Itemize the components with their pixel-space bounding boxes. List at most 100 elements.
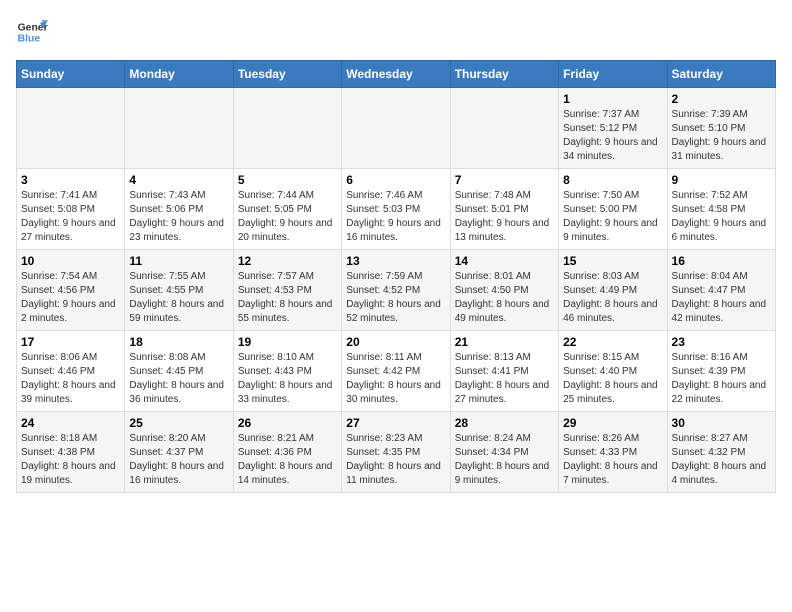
day-number: 19 (238, 335, 337, 349)
day-number: 17 (21, 335, 120, 349)
day-number: 15 (563, 254, 662, 268)
day-number: 3 (21, 173, 120, 187)
day-number: 5 (238, 173, 337, 187)
calendar-header: SundayMondayTuesdayWednesdayThursdayFrid… (17, 61, 776, 88)
calendar-cell: 28Sunrise: 8:24 AM Sunset: 4:34 PM Dayli… (450, 412, 558, 493)
calendar-cell: 21 Sunrise: 8:13 AM Sunset: 4:41 PM Dayli… (450, 331, 558, 412)
day-number: 28 (455, 416, 554, 430)
calendar-cell (450, 88, 558, 169)
day-number: 18 (129, 335, 228, 349)
calendar-week-5: 24 Sunrise: 8:18 AM Sunset: 4:38 PM Dayli… (17, 412, 776, 493)
calendar-cell: 29 Sunrise: 8:26 AM Sunset: 4:33 PM Dayli… (559, 412, 667, 493)
day-detail: Sunrise: 7:55 AM Sunset: 4:55 PM Dayligh… (129, 270, 228, 326)
day-detail: Sunrise: 8:03 AM Sunset: 4:49 PM Dayligh… (563, 270, 662, 326)
calendar-cell: 13 Sunrise: 7:59 AM Sunset: 4:52 PM Dayli… (342, 250, 450, 331)
day-detail: Sunrise: 7:48 AM Sunset: 5:01 PM Dayligh… (455, 189, 554, 245)
calendar-cell: 26Sunrise: 8:21 AM Sunset: 4:36 PM Dayli… (233, 412, 341, 493)
calendar-cell: 8 Sunrise: 7:50 AM Sunset: 5:00 PM Daylig… (559, 169, 667, 250)
weekday-header-sunday: Sunday (17, 61, 125, 88)
calendar-week-4: 17 Sunrise: 8:06 AM Sunset: 4:46 PM Dayli… (17, 331, 776, 412)
day-detail: Sunrise: 7:43 AM Sunset: 5:06 PM Dayligh… (129, 189, 228, 245)
day-number: 9 (672, 173, 771, 187)
weekday-header-tuesday: Tuesday (233, 61, 341, 88)
day-detail: Sunrise: 8:16 AM Sunset: 4:39 PM Dayligh… (672, 351, 771, 407)
day-number: 29 (563, 416, 662, 430)
calendar-week-2: 3 Sunrise: 7:41 AM Sunset: 5:08 PM Daylig… (17, 169, 776, 250)
calendar-cell: 16 Sunrise: 8:04 AM Sunset: 4:47 PM Dayli… (667, 250, 775, 331)
day-detail: Sunrise: 8:20 AM Sunset: 4:37 PM Dayligh… (129, 432, 228, 488)
calendar-cell: 20 Sunrise: 8:11 AM Sunset: 4:42 PM Dayli… (342, 331, 450, 412)
calendar-cell: 24 Sunrise: 8:18 AM Sunset: 4:38 PM Dayli… (17, 412, 125, 493)
day-detail: Sunrise: 8:15 AM Sunset: 4:40 PM Dayligh… (563, 351, 662, 407)
weekday-header-wednesday: Wednesday (342, 61, 450, 88)
calendar-cell (233, 88, 341, 169)
day-detail: Sunrise: 8:08 AM Sunset: 4:45 PM Dayligh… (129, 351, 228, 407)
calendar-cell (342, 88, 450, 169)
calendar-cell: 27 Sunrise: 8:23 AM Sunset: 4:35 PM Dayli… (342, 412, 450, 493)
day-detail: Sunrise: 8:06 AM Sunset: 4:46 PM Dayligh… (21, 351, 120, 407)
day-detail: Sunrise: 7:46 AM Sunset: 5:03 PM Dayligh… (346, 189, 445, 245)
calendar-cell: 1Sunrise: 7:37 AM Sunset: 5:12 PM Daylig… (559, 88, 667, 169)
day-number: 20 (346, 335, 445, 349)
day-number: 26 (238, 416, 337, 430)
day-detail: Sunrise: 8:23 AM Sunset: 4:35 PM Dayligh… (346, 432, 445, 488)
day-detail: Sunrise: 8:13 AM Sunset: 4:41 PM Dayligh… (455, 351, 554, 407)
day-number: 2 (672, 92, 771, 106)
day-detail: Sunrise: 7:54 AM Sunset: 4:56 PM Dayligh… (21, 270, 120, 326)
day-detail: Sunrise: 8:04 AM Sunset: 4:47 PM Dayligh… (672, 270, 771, 326)
day-number: 16 (672, 254, 771, 268)
day-detail: Sunrise: 8:01 AM Sunset: 4:50 PM Dayligh… (455, 270, 554, 326)
calendar-cell: 10Sunrise: 7:54 AM Sunset: 4:56 PM Dayli… (17, 250, 125, 331)
day-detail: Sunrise: 8:10 AM Sunset: 4:43 PM Dayligh… (238, 351, 337, 407)
calendar-cell: 18 Sunrise: 8:08 AM Sunset: 4:45 PM Dayli… (125, 331, 233, 412)
day-detail: Sunrise: 7:50 AM Sunset: 5:00 PM Dayligh… (563, 189, 662, 245)
calendar-cell: 3 Sunrise: 7:41 AM Sunset: 5:08 PM Daylig… (17, 169, 125, 250)
day-detail: Sunrise: 8:18 AM Sunset: 4:38 PM Dayligh… (21, 432, 120, 488)
calendar-cell: 12Sunrise: 7:57 AM Sunset: 4:53 PM Dayli… (233, 250, 341, 331)
day-detail: Sunrise: 8:11 AM Sunset: 4:42 PM Dayligh… (346, 351, 445, 407)
day-number: 12 (238, 254, 337, 268)
calendar-cell: 19 Sunrise: 8:10 AM Sunset: 4:43 PM Dayli… (233, 331, 341, 412)
day-detail: Sunrise: 7:44 AM Sunset: 5:05 PM Dayligh… (238, 189, 337, 245)
day-detail: Sunrise: 8:27 AM Sunset: 4:32 PM Dayligh… (672, 432, 771, 488)
calendar-cell: 25 Sunrise: 8:20 AM Sunset: 4:37 PM Dayli… (125, 412, 233, 493)
calendar-cell: 15 Sunrise: 8:03 AM Sunset: 4:49 PM Dayli… (559, 250, 667, 331)
day-number: 25 (129, 416, 228, 430)
calendar-week-1: 1Sunrise: 7:37 AM Sunset: 5:12 PM Daylig… (17, 88, 776, 169)
calendar-cell: 4 Sunrise: 7:43 AM Sunset: 5:06 PM Daylig… (125, 169, 233, 250)
calendar-body: 1Sunrise: 7:37 AM Sunset: 5:12 PM Daylig… (17, 88, 776, 493)
day-detail: Sunrise: 7:52 AM Sunset: 4:58 PM Dayligh… (672, 189, 771, 245)
calendar-cell (17, 88, 125, 169)
day-number: 27 (346, 416, 445, 430)
day-number: 11 (129, 254, 228, 268)
calendar-cell: 23 Sunrise: 8:16 AM Sunset: 4:39 PM Dayli… (667, 331, 775, 412)
day-number: 7 (455, 173, 554, 187)
day-number: 4 (129, 173, 228, 187)
day-number: 13 (346, 254, 445, 268)
day-number: 14 (455, 254, 554, 268)
calendar-cell: 22 Sunrise: 8:15 AM Sunset: 4:40 PM Dayli… (559, 331, 667, 412)
day-detail: Sunrise: 7:39 AM Sunset: 5:10 PM Dayligh… (672, 108, 771, 164)
day-number: 8 (563, 173, 662, 187)
calendar-cell: 30 Sunrise: 8:27 AM Sunset: 4:32 PM Dayli… (667, 412, 775, 493)
calendar-cell: 17 Sunrise: 8:06 AM Sunset: 4:46 PM Dayli… (17, 331, 125, 412)
weekday-header-thursday: Thursday (450, 61, 558, 88)
weekday-header-monday: Monday (125, 61, 233, 88)
calendar-cell: 9 Sunrise: 7:52 AM Sunset: 4:58 PM Daylig… (667, 169, 775, 250)
day-detail: Sunrise: 8:26 AM Sunset: 4:33 PM Dayligh… (563, 432, 662, 488)
day-number: 30 (672, 416, 771, 430)
day-number: 6 (346, 173, 445, 187)
day-detail: Sunrise: 7:37 AM Sunset: 5:12 PM Dayligh… (563, 108, 662, 164)
day-number: 21 (455, 335, 554, 349)
day-number: 22 (563, 335, 662, 349)
day-detail: Sunrise: 7:59 AM Sunset: 4:52 PM Dayligh… (346, 270, 445, 326)
day-number: 23 (672, 335, 771, 349)
calendar-cell: 6 Sunrise: 7:46 AM Sunset: 5:03 PM Daylig… (342, 169, 450, 250)
calendar-cell (125, 88, 233, 169)
calendar-cell: 5 Sunrise: 7:44 AM Sunset: 5:05 PM Daylig… (233, 169, 341, 250)
day-detail: Sunrise: 7:41 AM Sunset: 5:08 PM Dayligh… (21, 189, 120, 245)
logo-icon: General Blue (16, 16, 48, 48)
svg-text:Blue: Blue (18, 34, 41, 45)
day-number: 24 (21, 416, 120, 430)
calendar-week-3: 10Sunrise: 7:54 AM Sunset: 4:56 PM Dayli… (17, 250, 776, 331)
